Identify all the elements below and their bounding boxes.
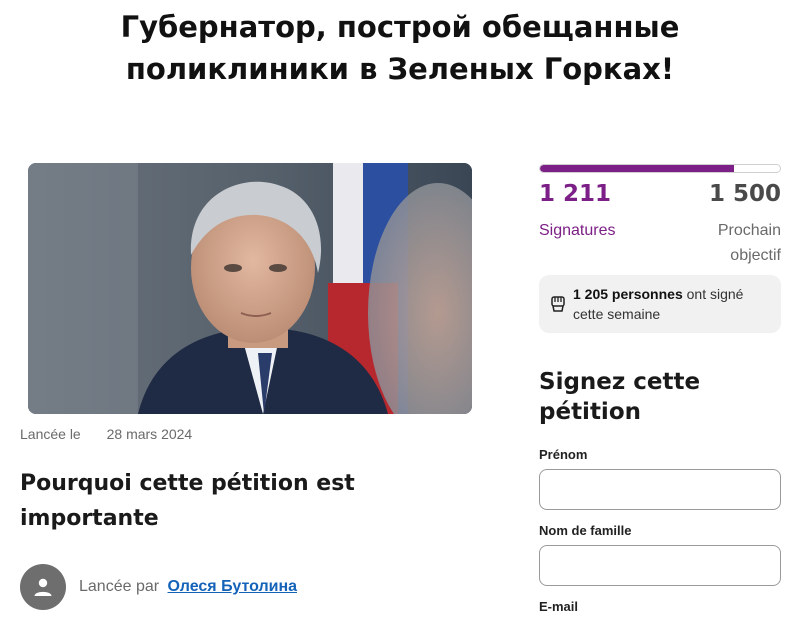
weekly-signers-count: 1 205 personnes	[573, 286, 683, 302]
email-label: E-mail	[539, 599, 579, 614]
author-line: Lancée par Олеся Бутолина	[79, 578, 297, 596]
signatures-label: Signatures	[539, 222, 616, 239]
goal-label: Prochain objectif	[717, 222, 781, 264]
first-name-label: Prénom	[539, 447, 588, 462]
signature-progress-fill	[540, 165, 734, 172]
author-prefix: Lancée par	[79, 578, 160, 595]
author-name-link[interactable]: Олеся Бутолина	[168, 578, 298, 595]
signatures-count: 1 211	[539, 181, 612, 207]
user-avatar-icon	[20, 564, 66, 610]
last-name-label: Nom de famille	[539, 523, 632, 538]
petition-title-line-2: поликлиники в Зеленых Горках!	[125, 52, 675, 86]
sign-form-heading: Signez cette pétition	[539, 369, 701, 425]
raised-fist-icon	[551, 296, 565, 312]
author-row: Lancée par Олеся Бутолина	[20, 564, 297, 610]
petition-photo	[28, 163, 472, 414]
first-name-field[interactable]	[539, 469, 781, 510]
weekly-signers-box: 1 205 personnes ont signé cette semaine	[539, 275, 781, 333]
petition-title-line-1: Губернатор, построй обещанные	[120, 10, 680, 44]
why-heading: Pourquoi cette pétition est importante	[20, 471, 355, 531]
petition-title: Губернатор, построй обещанные поликлиник…	[40, 6, 760, 90]
launch-info: Lancée le 28 mars 2024	[20, 426, 192, 442]
petition-photo-image	[28, 163, 472, 414]
launch-date: 28 mars 2024	[106, 426, 193, 442]
weekly-signers-text: 1 205 personnes ont signé cette semaine	[573, 284, 771, 333]
signature-progress-bar	[539, 164, 781, 173]
goal-count: 1 500	[708, 181, 781, 207]
last-name-field[interactable]	[539, 545, 781, 586]
launch-label: Lancée le	[20, 426, 81, 442]
